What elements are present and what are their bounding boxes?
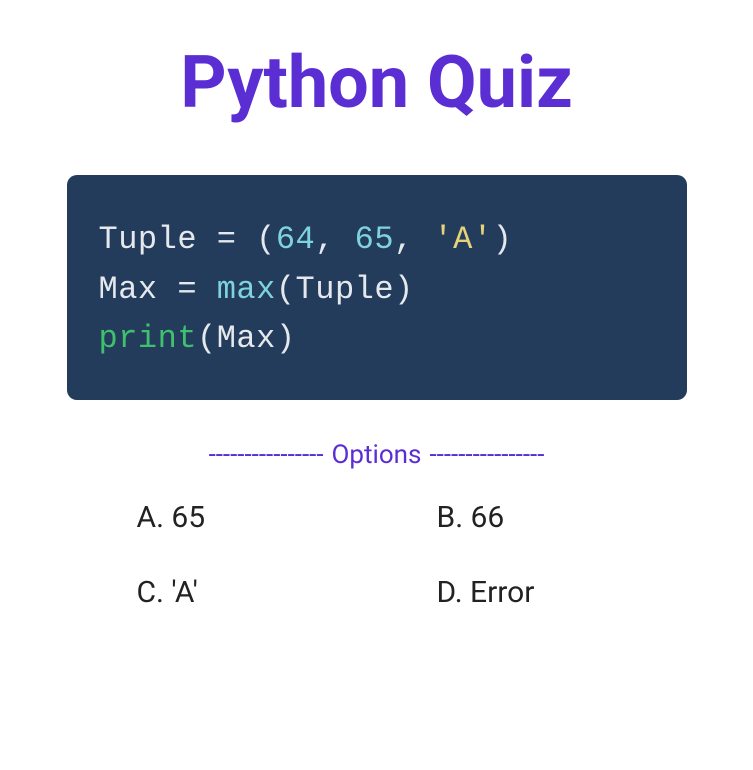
code-token-arg: Tuple: [296, 271, 395, 308]
code-token-string: 'A': [433, 221, 492, 258]
option-a[interactable]: A. 65: [137, 500, 377, 535]
code-token-var: Tuple: [99, 221, 198, 258]
code-line-3: print(Max): [99, 314, 659, 364]
code-block: Tuple = (64, 65, 'A') Max = max(Tuple) p…: [67, 175, 687, 400]
code-token-comma: ,: [315, 221, 354, 258]
code-token-op: =: [197, 221, 256, 258]
code-line-2: Max = max(Tuple): [99, 265, 659, 315]
options-grid: A. 65 B. 66 C. 'A' D. Error: [137, 500, 677, 610]
code-token-number: 64: [276, 221, 315, 258]
dashes-left: ----------------: [209, 440, 324, 470]
option-c[interactable]: C. 'A': [137, 575, 377, 610]
options-label: Options: [324, 440, 430, 470]
code-token-paren: ): [493, 221, 513, 258]
option-d[interactable]: D. Error: [437, 575, 677, 610]
code-token-func: print: [99, 320, 198, 357]
option-b[interactable]: B. 66: [437, 500, 677, 535]
code-token-op: =: [158, 271, 217, 308]
code-token-builtin: max: [217, 271, 276, 308]
code-token-paren: ): [276, 320, 296, 357]
code-token-number: 65: [355, 221, 394, 258]
code-token-paren: (: [256, 221, 276, 258]
code-line-1: Tuple = (64, 65, 'A'): [99, 215, 659, 265]
code-token-comma: ,: [394, 221, 433, 258]
code-token-paren: (: [197, 320, 217, 357]
code-token-paren: ): [394, 271, 414, 308]
page-title: Python Quiz: [180, 40, 572, 125]
code-token-var: Max: [99, 271, 158, 308]
code-token-arg: Max: [217, 320, 276, 357]
options-header: ---------------- Options ---------------…: [87, 440, 667, 470]
code-token-paren: (: [276, 271, 296, 308]
dashes-right: ----------------: [429, 440, 544, 470]
